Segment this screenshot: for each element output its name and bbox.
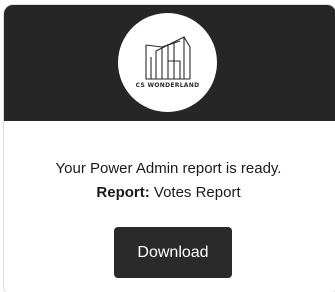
report-info: Report: Votes Report bbox=[4, 181, 333, 205]
report-card: CS WONDERLAND Your Power Admin report is… bbox=[3, 4, 335, 292]
brand-header: CS WONDERLAND bbox=[4, 5, 335, 121]
download-button[interactable]: Download bbox=[114, 227, 232, 278]
report-name: Votes Report bbox=[153, 184, 241, 201]
ready-message: Your Power Admin report is ready. bbox=[55, 160, 282, 177]
report-label: Report: bbox=[96, 184, 150, 201]
building-lines-logo-icon bbox=[145, 36, 191, 80]
logo-badge: CS WONDERLAND bbox=[118, 13, 217, 112]
email-preview-page: CS WONDERLAND Your Power Admin report is… bbox=[0, 0, 335, 292]
report-message: Your Power Admin report is ready. Report… bbox=[4, 157, 333, 205]
brand-name: CS WONDERLAND bbox=[135, 82, 200, 89]
